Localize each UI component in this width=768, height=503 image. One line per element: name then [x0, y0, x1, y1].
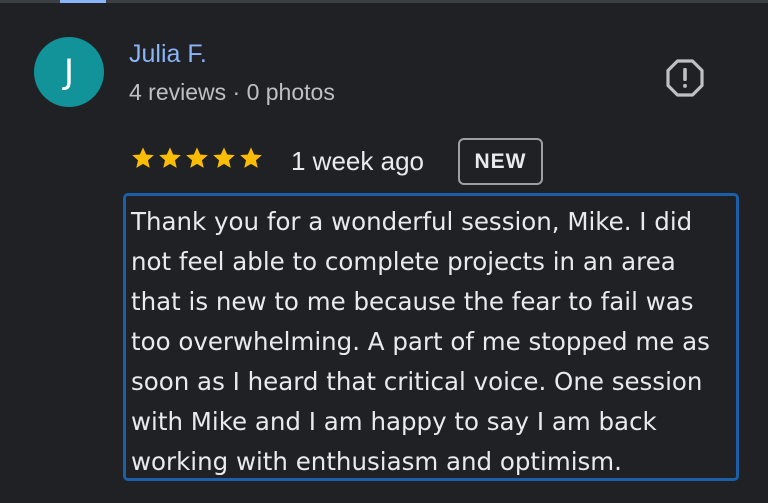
review-time: 1 week ago	[291, 146, 424, 176]
review-text-highlight: Thank you for a wonderful session, Mike.…	[123, 193, 739, 481]
star-icon	[157, 145, 183, 173]
star-icon	[184, 145, 210, 173]
new-badge: NEW	[458, 138, 543, 185]
report-button[interactable]	[664, 57, 706, 99]
reviewer-name[interactable]: Julia F.	[129, 40, 207, 69]
avatar[interactable]: J	[34, 37, 104, 107]
reviewer-meta: 4 reviews · 0 photos	[129, 79, 335, 105]
star-icon	[211, 145, 237, 173]
tab-indicator	[60, 0, 106, 3]
top-divider	[0, 0, 768, 3]
star-rating	[130, 145, 264, 173]
review-text: Thank you for a wonderful session, Mike.…	[131, 207, 710, 476]
star-icon	[238, 145, 264, 173]
report-octagon-icon	[666, 59, 704, 97]
star-icon	[130, 145, 156, 173]
